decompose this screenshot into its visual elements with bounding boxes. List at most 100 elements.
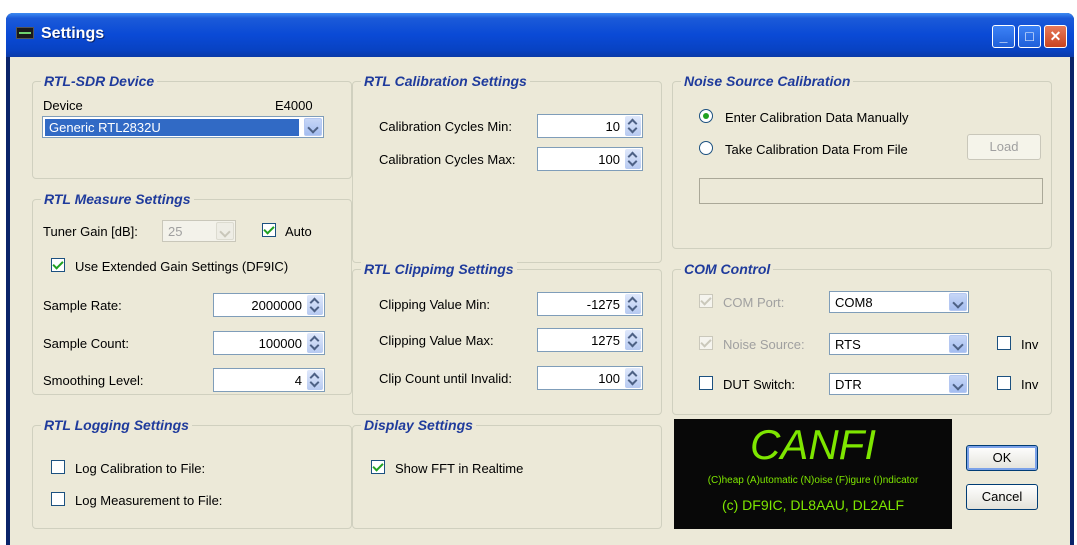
auto-gain-label: Auto: [285, 224, 312, 239]
rtl-calibration-group: RTL Calibration Settings Calibration Cyc…: [352, 73, 662, 263]
dut-inv-checkbox[interactable]: [997, 376, 1011, 390]
extended-gain-checkbox[interactable]: [51, 258, 65, 272]
log-calibration-checkbox[interactable]: [51, 460, 65, 474]
tuner-gain-select[interactable]: 25: [162, 220, 236, 242]
clip-min-spinner[interactable]: -1275: [537, 292, 643, 316]
window-title: Settings: [41, 25, 105, 42]
spinner-arrows-icon[interactable]: [307, 295, 323, 315]
display-settings-title: Display Settings: [361, 417, 476, 433]
noise-inv-checkbox[interactable]: [997, 336, 1011, 350]
title-bar[interactable]: Settings _ □ ✕: [6, 13, 1074, 57]
settings-window: Settings _ □ ✕ RTL-SDR Device Device E40…: [6, 13, 1074, 545]
spinner-arrows-icon[interactable]: [625, 368, 641, 388]
dut-switch-select[interactable]: DTR: [829, 373, 969, 395]
log-measurement-label: Log Measurement to File:: [75, 493, 223, 508]
chevron-down-icon[interactable]: [216, 222, 234, 240]
log-measurement-checkbox[interactable]: [51, 492, 65, 506]
logo-authors: (c) DF9IC, DL8AAU, DL2ALF: [721, 497, 905, 513]
noise-source-value: RTS: [835, 337, 861, 352]
com-port-checkbox[interactable]: [699, 294, 713, 308]
dut-switch-checkbox[interactable]: [699, 376, 713, 390]
rtl-measure-group: RTL Measure Settings Tuner Gain [dB]: 25…: [32, 191, 352, 395]
com-port-value: COM8: [835, 295, 873, 310]
clip-count-spinner[interactable]: 100: [537, 366, 643, 390]
spinner-arrows-icon[interactable]: [625, 149, 641, 169]
minimize-icon: _: [999, 28, 1008, 44]
manual-data-label: Enter Calibration Data Manually: [725, 110, 909, 125]
sample-rate-value: 2000000: [251, 298, 302, 313]
dut-switch-value: DTR: [835, 377, 862, 392]
close-button[interactable]: ✕: [1044, 25, 1067, 48]
rtl-calibration-title: RTL Calibration Settings: [361, 73, 530, 89]
maximize-button[interactable]: □: [1018, 25, 1041, 48]
auto-gain-checkbox[interactable]: [262, 223, 276, 237]
show-fft-label: Show FFT in Realtime: [395, 461, 524, 476]
clip-count-label: Clip Count until Invalid:: [379, 371, 512, 386]
app-icon: [16, 27, 34, 39]
chevron-down-icon[interactable]: [949, 335, 967, 353]
cal-min-spinner[interactable]: 10: [537, 114, 643, 138]
smoothing-spinner[interactable]: 4: [213, 368, 325, 392]
spinner-arrows-icon[interactable]: [307, 333, 323, 353]
com-control-group: COM Control COM Port: COM8 Noise Source:…: [672, 261, 1052, 415]
sample-rate-spinner[interactable]: 2000000: [213, 293, 325, 317]
extended-gain-label: Use Extended Gain Settings (DF9IC): [75, 259, 289, 274]
sample-count-spinner[interactable]: 100000: [213, 331, 325, 355]
rtl-sdr-device-title: RTL-SDR Device: [41, 73, 158, 89]
tuner-gain-value: 25: [168, 224, 183, 239]
sample-count-value: 100000: [258, 336, 302, 351]
rtl-clipping-group: RTL Clippimg Settings Clipping Value Min…: [352, 261, 662, 415]
chevron-down-icon[interactable]: [949, 375, 967, 393]
noise-source-label: Noise Source:: [723, 337, 805, 352]
rtl-clipping-title: RTL Clippimg Settings: [361, 261, 517, 277]
load-button[interactable]: Load: [967, 134, 1041, 160]
maximize-icon: □: [1025, 28, 1034, 44]
smoothing-label: Smoothing Level:: [43, 373, 144, 388]
cal-max-value: 100: [598, 152, 620, 167]
minimize-button[interactable]: _: [992, 25, 1015, 48]
chevron-down-icon[interactable]: [304, 118, 322, 136]
cal-max-spinner[interactable]: 100: [537, 147, 643, 171]
dut-switch-label: DUT Switch:: [723, 377, 795, 392]
smoothing-value: 4: [294, 373, 302, 388]
device-label: Device: [43, 98, 83, 113]
show-fft-checkbox[interactable]: [371, 460, 385, 474]
clip-count-value: 100: [598, 371, 620, 386]
cancel-button[interactable]: Cancel: [966, 484, 1038, 510]
tuner-gain-label: Tuner Gain [dB]:: [43, 224, 138, 239]
close-icon: ✕: [1049, 28, 1062, 44]
file-data-radio[interactable]: [699, 141, 713, 155]
noise-inv-label: Inv: [1021, 337, 1039, 352]
clip-max-value: 1275: [591, 333, 620, 348]
spinner-arrows-icon[interactable]: [625, 116, 641, 136]
clip-min-label: Clipping Value Min:: [379, 297, 491, 312]
calibration-file-path[interactable]: [699, 178, 1043, 204]
dut-inv-label: Inv: [1021, 377, 1039, 392]
manual-data-radio[interactable]: [699, 109, 713, 123]
spinner-arrows-icon[interactable]: [625, 330, 641, 350]
canfi-logo: CANFI (C)heap (A)utomatic (N)oise (F)igu…: [674, 419, 952, 529]
ok-button[interactable]: OK: [966, 445, 1038, 471]
noise-source-group: Noise Source Calibration Enter Calibrati…: [672, 73, 1052, 249]
logo-tagline: (C)heap (A)utomatic (N)oise (F)igure (I)…: [707, 475, 919, 486]
rtl-sdr-device-group: RTL-SDR Device Device E4000 Generic RTL2…: [32, 73, 352, 179]
device-select[interactable]: Generic RTL2832U: [42, 116, 324, 138]
chevron-down-icon[interactable]: [949, 293, 967, 311]
logo-title: CANFI: [750, 421, 876, 468]
noise-source-checkbox[interactable]: [699, 336, 713, 350]
com-port-select[interactable]: COM8: [829, 291, 969, 313]
clip-max-label: Clipping Value Max:: [379, 333, 494, 348]
com-control-title: COM Control: [681, 261, 774, 277]
spinner-arrows-icon[interactable]: [307, 370, 323, 390]
dialog-client: RTL-SDR Device Device E4000 Generic RTL2…: [10, 57, 1070, 545]
display-settings-group: Display Settings Show FFT in Realtime: [352, 417, 662, 529]
noise-source-select[interactable]: RTS: [829, 333, 969, 355]
sample-count-label: Sample Count:: [43, 336, 129, 351]
cal-max-label: Calibration Cycles Max:: [379, 152, 516, 167]
log-calibration-label: Log Calibration to File:: [75, 461, 206, 476]
clip-max-spinner[interactable]: 1275: [537, 328, 643, 352]
device-select-value: Generic RTL2832U: [45, 119, 299, 136]
rtl-logging-title: RTL Logging Settings: [41, 417, 192, 433]
spinner-arrows-icon[interactable]: [625, 294, 641, 314]
cal-min-value: 10: [605, 119, 620, 134]
